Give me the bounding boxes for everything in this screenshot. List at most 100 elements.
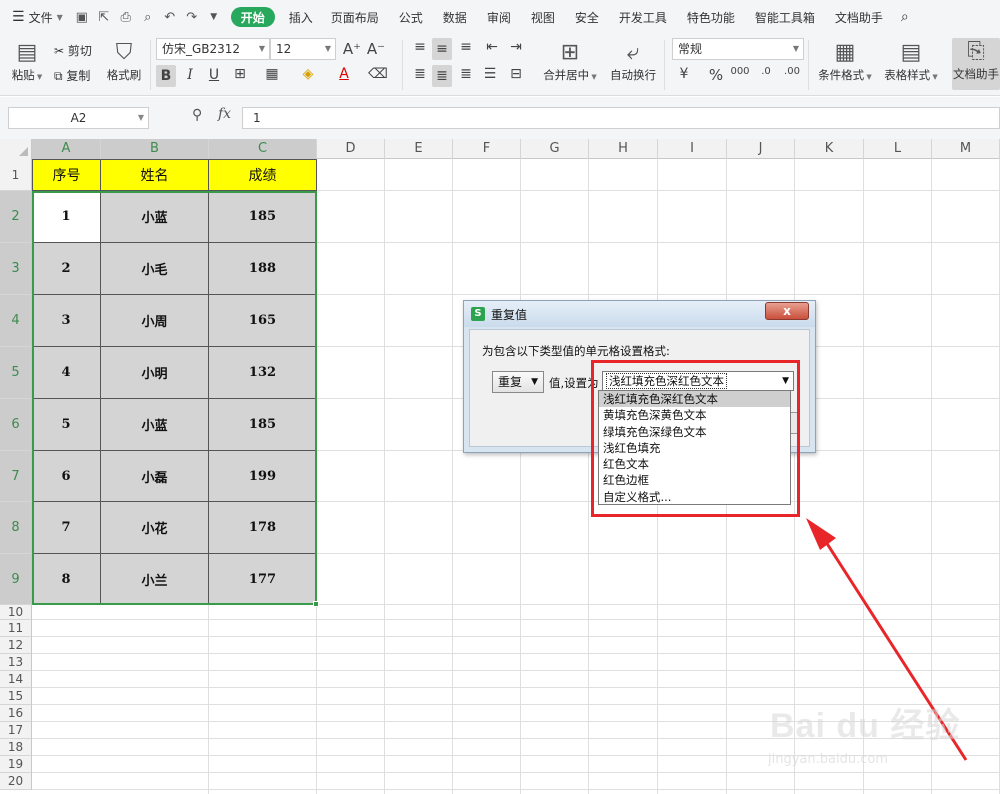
table-cell-score[interactable]: 185	[209, 399, 317, 451]
row-header-8[interactable]: 8	[0, 502, 32, 554]
close-button[interactable]: x	[765, 302, 809, 320]
row-header-11[interactable]: 11	[0, 620, 32, 637]
row-header-6[interactable]: 6	[0, 399, 32, 451]
export-icon[interactable]: ⇱	[93, 10, 115, 25]
align-middle-icon[interactable]: ≡	[432, 38, 452, 60]
file-menu[interactable]: ☰ 文件 ▼	[0, 0, 71, 34]
justify-icon[interactable]: ☰	[480, 66, 500, 82]
table-cell-seq[interactable]: 7	[32, 502, 101, 554]
table-style-button[interactable]: ▤ 表格样式 ▼	[880, 39, 942, 83]
redo-icon[interactable]: ↷	[181, 10, 203, 25]
option-light-red-fill[interactable]: 浅红色填充	[599, 440, 790, 456]
table-cell-name[interactable]: 小蓝	[101, 399, 209, 451]
tab-smart-toolbox[interactable]: 智能工具箱	[745, 0, 825, 34]
font-color-icon[interactable]: A	[334, 66, 354, 82]
table-cell-name[interactable]: 小兰	[101, 554, 209, 605]
row-header-5[interactable]: 5	[0, 347, 32, 399]
row-header-3[interactable]: 3	[0, 243, 32, 295]
table-cell-name[interactable]: 小毛	[101, 243, 209, 295]
tab-review[interactable]: 审阅	[477, 0, 521, 34]
row-header-1[interactable]: 1	[0, 159, 32, 191]
column-header-f[interactable]: F	[453, 139, 521, 159]
number-format-select[interactable]: 常规 ▼	[672, 38, 804, 60]
row-header-19[interactable]: 19	[0, 756, 32, 773]
zoom-icon[interactable]: ⚲	[192, 107, 202, 123]
row-header-2[interactable]: 2	[0, 191, 32, 243]
tab-formulas[interactable]: 公式	[389, 0, 433, 34]
column-header-k[interactable]: K	[795, 139, 864, 159]
column-header-b[interactable]: B	[101, 139, 209, 159]
currency-icon[interactable]: ¥	[674, 66, 694, 82]
row-header-16[interactable]: 16	[0, 705, 32, 722]
option-red-border[interactable]: 红色边框	[599, 472, 790, 488]
tab-doc-helper[interactable]: 文档助手	[825, 0, 893, 34]
italic-icon[interactable]: I	[180, 67, 200, 83]
border-icon[interactable]: ⊞	[230, 66, 250, 82]
wrap-text-button[interactable]: ⤶ 自动换行	[606, 39, 660, 83]
percent-icon[interactable]: %	[706, 66, 726, 84]
align-left-icon[interactable]: ≣	[410, 66, 430, 82]
font-size-select[interactable]: 12 ▼	[270, 38, 336, 60]
table-cell-score[interactable]: 178	[209, 502, 317, 554]
align-bottom-icon[interactable]: ≡	[456, 39, 476, 55]
column-header-c[interactable]: C	[209, 139, 317, 159]
select-all-corner[interactable]	[0, 139, 32, 159]
column-header-a[interactable]: A	[32, 139, 101, 159]
table-cell-seq[interactable]: 8	[32, 554, 101, 605]
distribute-icon[interactable]: ⊟	[506, 66, 526, 82]
tab-home[interactable]: 开始	[230, 7, 275, 27]
column-header-e[interactable]: E	[385, 139, 453, 159]
table-cell-score[interactable]: 199	[209, 451, 317, 502]
row-header-10[interactable]: 10	[0, 605, 32, 620]
conditional-format-button[interactable]: ▦ 条件格式 ▼	[814, 39, 876, 83]
decrease-font-icon[interactable]: A⁻	[366, 40, 386, 58]
tab-page-layout[interactable]: 页面布局	[321, 0, 389, 34]
column-header-l[interactable]: L	[864, 139, 932, 159]
spreadsheet-grid[interactable]: ABCDEFGHIJKLM 序号 姓名 成绩 1 小蓝 185 2 小毛 188 3 小周 165 4 小…	[0, 139, 1000, 794]
row-header-12[interactable]: 12	[0, 637, 32, 654]
paste-button[interactable]: ▤ 粘贴 ▼	[6, 39, 48, 83]
tab-insert[interactable]: 插入	[281, 0, 321, 34]
row-header-14[interactable]: 14	[0, 671, 32, 688]
eraser-icon[interactable]: ⌫	[368, 66, 388, 82]
fx-icon[interactable]: fx	[218, 106, 231, 122]
print-icon[interactable]: ⎙	[115, 10, 137, 25]
thousands-icon[interactable]: 000	[730, 66, 750, 77]
tab-developer[interactable]: 开发工具	[609, 0, 677, 34]
indent-decrease-icon[interactable]: ⇤	[482, 39, 502, 55]
header-cell-seq[interactable]: 序号	[32, 159, 101, 191]
cut-button[interactable]: ✂ 剪切	[54, 42, 92, 59]
column-header-d[interactable]: D	[317, 139, 385, 159]
table-cell-seq[interactable]: 5	[32, 399, 101, 451]
row-header-13[interactable]: 13	[0, 654, 32, 671]
format-painter-button[interactable]: ⛉ 格式刷	[104, 39, 144, 83]
column-header-m[interactable]: M	[932, 139, 1000, 159]
decrease-decimal-icon[interactable]: .00	[782, 66, 802, 77]
fill-color-icon[interactable]: ◈	[298, 66, 318, 82]
doc-helper-button[interactable]: ⎘ 文档助手	[952, 38, 1000, 90]
column-header-g[interactable]: G	[521, 139, 589, 159]
tab-special[interactable]: 特色功能	[677, 0, 745, 34]
table-cell-seq[interactable]: 6	[32, 451, 101, 502]
merge-center-button[interactable]: ⊞ 合并居中 ▼	[540, 39, 600, 83]
column-header-i[interactable]: I	[658, 139, 727, 159]
option-custom-format[interactable]: 自定义格式...	[599, 489, 790, 505]
align-top-icon[interactable]: ≡	[410, 39, 430, 55]
font-name-select[interactable]: 仿宋_GB2312 ▼	[156, 38, 270, 60]
row-header-17[interactable]: 17	[0, 722, 32, 739]
table-cell-name[interactable]: 小明	[101, 347, 209, 399]
tab-data[interactable]: 数据	[433, 0, 477, 34]
table-cell-score[interactable]: 185	[209, 191, 317, 243]
column-header-h[interactable]: H	[589, 139, 658, 159]
table-cell-name[interactable]: 小周	[101, 295, 209, 347]
increase-font-icon[interactable]: A⁺	[342, 40, 362, 58]
cell-style-icon[interactable]: ▦	[262, 66, 282, 82]
table-cell-seq[interactable]: 4	[32, 347, 101, 399]
format-select[interactable]: 浅红填充色深红色文本 ▼	[602, 371, 794, 391]
table-cell-name[interactable]: 小花	[101, 502, 209, 554]
tab-security[interactable]: 安全	[565, 0, 609, 34]
header-cell-name[interactable]: 姓名	[101, 159, 209, 191]
condition-select[interactable]: 重复 ▼	[492, 371, 544, 393]
indent-increase-icon[interactable]: ⇥	[506, 39, 526, 55]
underline-icon[interactable]: U	[204, 67, 224, 83]
